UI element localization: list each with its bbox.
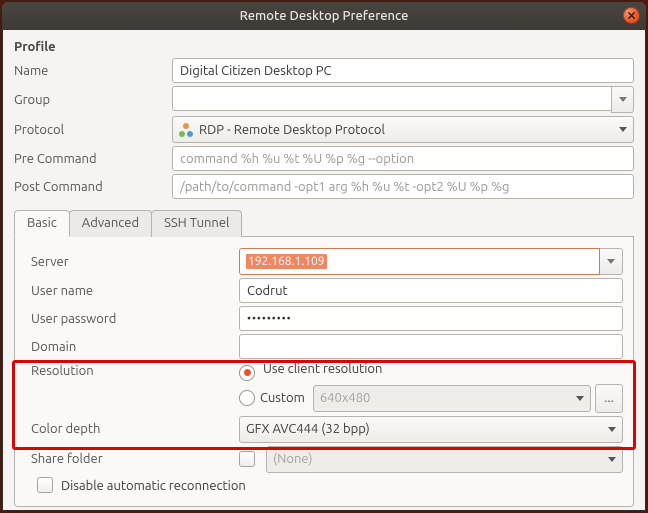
profile-heading: Profile: [14, 40, 634, 54]
group-label: Group: [14, 93, 164, 107]
protocol-combo[interactable]: RDP - Remote Desktop Protocol: [172, 116, 634, 143]
server-input[interactable]: 192.168.1.109: [239, 248, 600, 275]
chevron-down-icon: [619, 127, 627, 132]
color-depth-value: GFX AVC444 (32 bpp): [246, 422, 370, 436]
domain-input[interactable]: [239, 334, 623, 359]
custom-resolution-value: 640x480: [320, 391, 371, 405]
resolution-browse-button[interactable]: ...: [595, 384, 623, 413]
postcmd-label: Post Command: [14, 180, 164, 194]
precmd-label: Pre Command: [14, 152, 164, 166]
resolution-label: Resolution: [25, 364, 231, 378]
chevron-down-icon: [576, 396, 584, 401]
share-folder-value: (None): [273, 452, 312, 466]
color-depth-label: Color depth: [25, 422, 231, 436]
protocol-value: RDP - Remote Desktop Protocol: [199, 123, 385, 137]
dialog-body: Profile Name Group Protocol RDP - Remote…: [2, 30, 646, 511]
password-input[interactable]: [239, 306, 623, 331]
precmd-input[interactable]: [172, 146, 634, 171]
custom-resolution-combo[interactable]: 640x480: [313, 385, 591, 412]
chevron-down-icon: [608, 427, 616, 432]
close-icon[interactable]: [623, 7, 640, 24]
domain-label: Domain: [25, 340, 231, 354]
username-label: User name: [25, 284, 231, 298]
color-depth-combo[interactable]: GFX AVC444 (32 bpp): [239, 416, 623, 443]
server-dropdown[interactable]: [600, 248, 623, 275]
disable-reconnect-label: Disable automatic reconnection: [61, 479, 246, 493]
group-input[interactable]: [172, 86, 611, 111]
username-input[interactable]: [239, 278, 623, 303]
tab-advanced[interactable]: Advanced: [69, 210, 152, 237]
share-folder-label: Share folder: [25, 452, 231, 466]
tab-ssh-tunnel[interactable]: SSH Tunnel: [151, 210, 242, 237]
server-value: 192.168.1.109: [246, 254, 327, 269]
server-label: Server: [25, 255, 231, 269]
name-label: Name: [14, 64, 164, 78]
group-dropdown[interactable]: [611, 86, 634, 113]
custom-label: Custom: [260, 391, 305, 405]
tab-strip: Basic Advanced SSH Tunnel: [14, 209, 634, 237]
name-input[interactable]: [172, 58, 634, 83]
tab-panel-basic: Server 192.168.1.109 User name User pass…: [14, 237, 634, 507]
radio-custom-resolution[interactable]: [239, 390, 255, 406]
postcmd-input[interactable]: [172, 174, 634, 199]
disable-reconnect-checkbox[interactable]: [37, 477, 53, 493]
rdp-icon: [179, 123, 193, 137]
protocol-label: Protocol: [14, 123, 164, 137]
use-client-label: Use client resolution: [263, 362, 382, 376]
radio-client-resolution[interactable]: [239, 365, 255, 381]
password-label: User password: [25, 312, 231, 326]
tab-basic[interactable]: Basic: [14, 210, 70, 237]
dialog-footer: Cancel Save as Default Save Connect Save…: [14, 507, 634, 512]
preference-dialog: Remote Desktop Preference Profile Name G…: [2, 2, 646, 511]
window-title: Remote Desktop Preference: [240, 9, 409, 23]
share-folder-combo[interactable]: (None): [266, 446, 623, 473]
titlebar: Remote Desktop Preference: [2, 2, 646, 30]
chevron-down-icon: [608, 457, 616, 462]
share-folder-checkbox[interactable]: [239, 451, 255, 467]
